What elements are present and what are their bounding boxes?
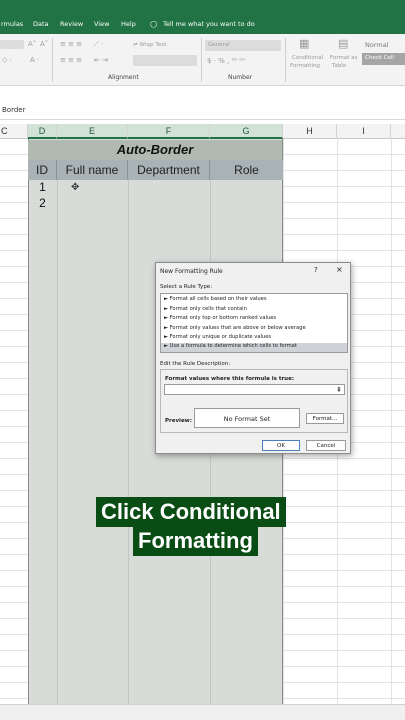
preview-box: No Format Set bbox=[194, 408, 300, 428]
column-header-f[interactable]: F bbox=[128, 124, 210, 139]
increase-font-icon[interactable]: A˄ bbox=[28, 40, 36, 48]
conditional-formatting-button[interactable]: ▦ Conditional Formatting bbox=[288, 37, 326, 73]
rule-description-box: Format values where this formula is true… bbox=[160, 369, 348, 433]
align-top-icon[interactable]: ≡ ≡ ≡ bbox=[60, 40, 82, 48]
rule-type-item[interactable]: ► Format only values that are above or b… bbox=[164, 325, 306, 331]
menu-bar: rmulas Data Review View Help ◯ Tell me w… bbox=[0, 0, 405, 34]
caption-line-2: Formatting bbox=[133, 526, 258, 556]
indent-icon[interactable]: ⇤ ⇥ bbox=[94, 56, 108, 64]
menu-data[interactable]: Data bbox=[33, 20, 49, 28]
fill-color-icon[interactable]: ◇ · bbox=[2, 56, 12, 64]
style-check-cell[interactable]: Check Cell bbox=[362, 53, 405, 65]
name-box[interactable]: Border bbox=[2, 106, 25, 114]
menu-review[interactable]: Review bbox=[60, 20, 83, 28]
header-department: Department bbox=[128, 160, 210, 180]
font-color-icon[interactable]: A · bbox=[30, 56, 39, 64]
column-header-h[interactable]: H bbox=[283, 124, 337, 139]
rule-type-item[interactable]: ► Format only unique or duplicate values bbox=[164, 334, 271, 340]
menu-view[interactable]: View bbox=[94, 20, 109, 28]
menu-help[interactable]: Help bbox=[121, 20, 136, 28]
column-header-g[interactable]: G bbox=[210, 124, 283, 139]
rule-type-item[interactable]: ► Format only cells that contain bbox=[164, 306, 247, 312]
dialog-title: New Formatting Rule bbox=[160, 268, 223, 275]
style-normal[interactable]: Normal bbox=[362, 38, 405, 52]
close-icon[interactable]: × bbox=[336, 265, 343, 274]
caption-line-1: Click Conditional bbox=[96, 497, 286, 527]
header-full-name: Full name bbox=[57, 160, 128, 180]
font-size-dropdown[interactable] bbox=[0, 40, 24, 49]
status-bar bbox=[0, 704, 405, 720]
preview-label: Preview: bbox=[165, 418, 192, 424]
menu-formulas[interactable]: rmulas bbox=[1, 20, 23, 28]
rule-type-item[interactable]: ► Format only top or bottom ranked value… bbox=[164, 315, 276, 321]
orientation-icon[interactable]: ⟋ · bbox=[94, 40, 103, 49]
align-left-icon[interactable]: ≡ ≡ ≡ bbox=[60, 56, 82, 64]
collapse-dialog-icon[interactable]: ⇞ bbox=[336, 385, 342, 395]
help-icon[interactable]: ? bbox=[314, 266, 318, 274]
format-as-table-button[interactable]: ▤ Format as Table bbox=[328, 37, 360, 73]
formula-input[interactable]: ⇞ bbox=[164, 384, 345, 395]
rule-type-item-selected[interactable]: ► Use a formula to determine which cells… bbox=[161, 343, 347, 352]
header-role: Role bbox=[210, 160, 283, 180]
column-header-i[interactable]: I bbox=[337, 124, 391, 139]
column-header-e[interactable]: E bbox=[57, 124, 128, 139]
decrease-font-icon[interactable]: A˅ bbox=[40, 40, 48, 48]
column-header-c[interactable]: C bbox=[0, 124, 28, 139]
new-formatting-rule-dialog: New Formatting Rule ? × Select a Rule Ty… bbox=[155, 262, 351, 454]
cancel-button[interactable]: Cancel bbox=[306, 440, 346, 451]
lightbulb-icon: ◯ bbox=[150, 20, 158, 28]
table-title: Auto-Border bbox=[28, 140, 282, 160]
cell-cursor-icon: ✥ bbox=[71, 182, 80, 193]
tell-me-search[interactable]: Tell me what you want to do bbox=[163, 20, 255, 28]
id-cell[interactable]: 1 bbox=[28, 180, 57, 194]
number-format-dropdown[interactable]: General bbox=[205, 40, 281, 51]
select-rule-type-label: Select a Rule Type: bbox=[160, 284, 213, 290]
rule-type-item[interactable]: ► Format all cells based on their values bbox=[164, 296, 267, 302]
rule-type-list[interactable]: ► Format all cells based on their values… bbox=[160, 293, 348, 353]
edit-rule-description-label: Edit the Rule Description: bbox=[160, 361, 231, 367]
group-number-label: Number bbox=[228, 74, 253, 81]
ok-button[interactable]: OK bbox=[262, 440, 300, 451]
format-button[interactable]: Format... bbox=[306, 413, 344, 424]
group-alignment-label: Alignment bbox=[108, 74, 139, 81]
formula-bar bbox=[0, 100, 405, 120]
merge-center-button[interactable] bbox=[133, 55, 197, 66]
formula-label: Format values where this formula is true… bbox=[165, 376, 295, 382]
header-id: ID bbox=[28, 160, 57, 180]
column-header-d[interactable]: D bbox=[28, 124, 57, 139]
conditional-formatting-icon: ▦ bbox=[299, 37, 310, 50]
format-as-table-icon: ▤ bbox=[338, 37, 349, 50]
id-cell[interactable]: 2 bbox=[28, 196, 57, 210]
accounting-format-icon[interactable]: $ · % , ⁰⁰ ⁰⁰ bbox=[207, 57, 245, 65]
wrap-text-button[interactable]: ⇌ Wrap Text bbox=[133, 42, 167, 48]
